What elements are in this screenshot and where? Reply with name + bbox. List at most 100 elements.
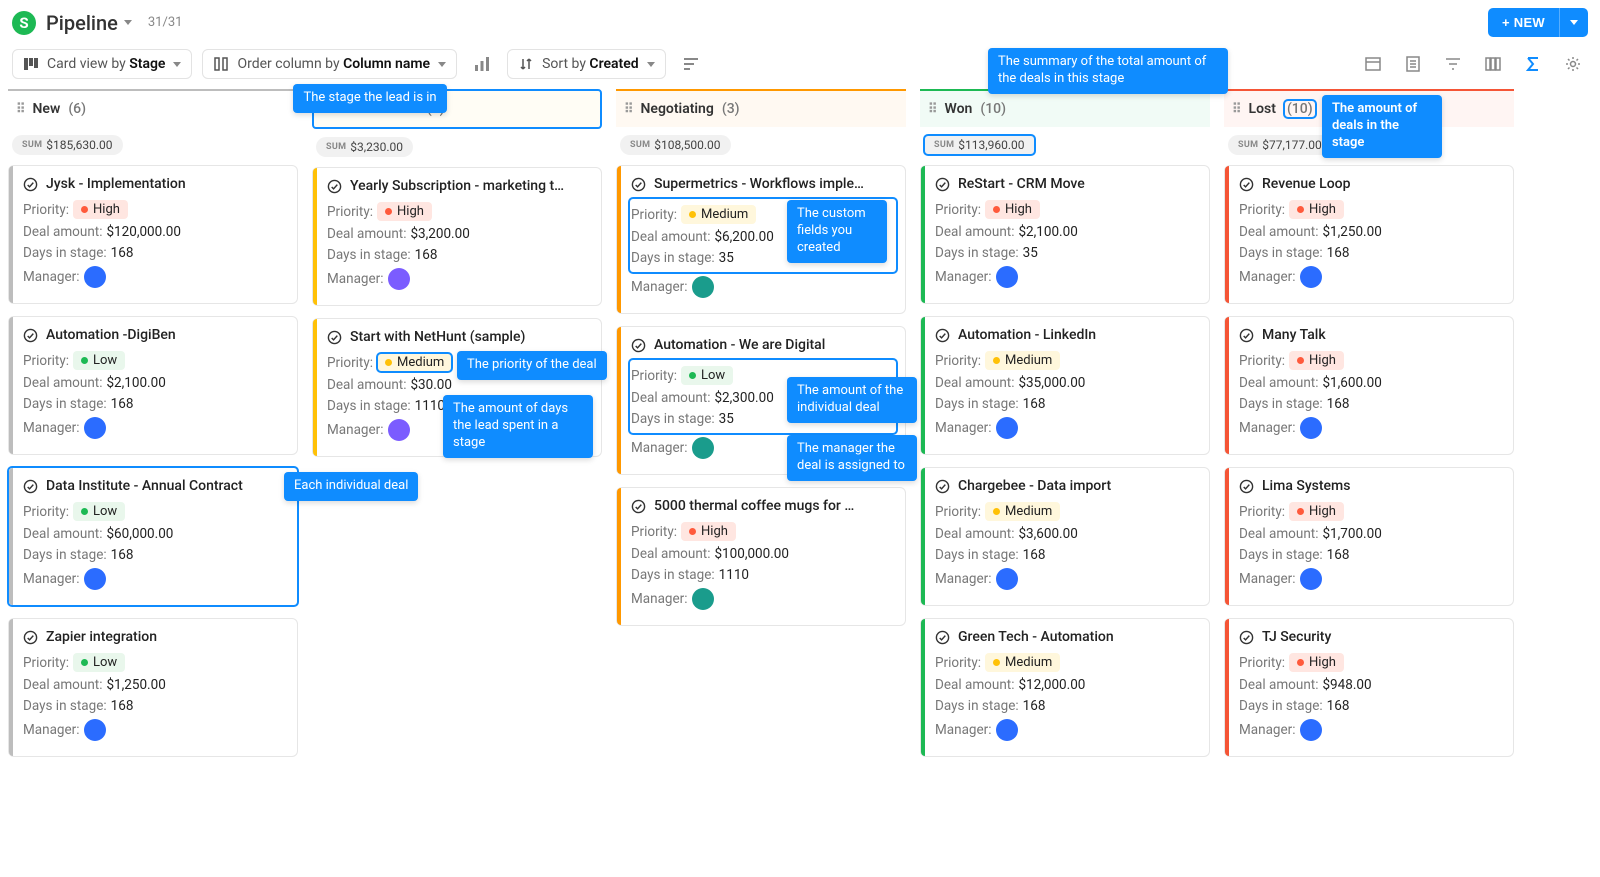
drag-handle-icon[interactable]: ⠿: [1232, 102, 1241, 117]
column-count: (10): [1284, 100, 1316, 118]
deal-card[interactable]: ReStart - CRM MovePriority: HighDeal amo…: [920, 165, 1210, 304]
sort-options-icon[interactable]: [676, 49, 706, 79]
avatar: [1300, 266, 1322, 288]
avatar: [1300, 417, 1322, 439]
deal-card[interactable]: Green Tech - AutomationPriority: MediumD…: [920, 618, 1210, 757]
callout-custom-fields: The custom fields you created: [787, 200, 887, 263]
card-title: Automation -DigiBen: [23, 327, 287, 343]
priority-field: Priority: High: [631, 522, 895, 541]
avatar: [692, 276, 714, 298]
column-sum: SUM$3,230.00: [316, 137, 413, 157]
avatar: [996, 417, 1018, 439]
check-circle-icon: [935, 479, 950, 494]
column-header[interactable]: ⠿Won (10): [920, 89, 1210, 127]
avatar: [388, 268, 410, 290]
amount-field: Deal amount: $1,250.00: [1239, 224, 1503, 240]
days-field: Days in stage: 168: [1239, 547, 1503, 563]
callout-each-deal: Each individual deal: [284, 472, 418, 501]
chevron-down-icon: [173, 62, 181, 67]
callout-priority: The priority of the deal: [457, 351, 607, 380]
deal-card[interactable]: Automation -DigiBenPriority: LowDeal amo…: [8, 316, 298, 455]
page-title[interactable]: Pipeline: [46, 11, 132, 35]
page-title-text: Pipeline: [46, 11, 118, 35]
card-list: Jysk - ImplementationPriority: HighDeal …: [8, 165, 298, 757]
deal-card[interactable]: Supermetrics - Workflows imple…Priority:…: [616, 165, 906, 314]
amount-field: Deal amount: $12,000.00: [935, 677, 1199, 693]
check-circle-icon: [23, 479, 38, 494]
column-header[interactable]: ⠿Negotiating (3): [616, 89, 906, 127]
sort-selector[interactable]: Sort by Created: [507, 49, 666, 79]
order-column-selector[interactable]: Order column by Column name The stage th…: [202, 49, 457, 79]
sigma-icon[interactable]: [1518, 49, 1548, 79]
drag-handle-icon[interactable]: ⠿: [16, 102, 25, 117]
chevron-down-icon: [647, 62, 655, 67]
deal-card[interactable]: Chargebee - Data importPriority: MediumD…: [920, 467, 1210, 606]
avatar: [692, 437, 714, 459]
list-icon[interactable]: [1398, 49, 1428, 79]
manager-field: Manager:: [935, 266, 1199, 288]
new-button-dropdown[interactable]: [1559, 8, 1588, 37]
card-view-selector[interactable]: Card view by Stage: [12, 49, 192, 79]
deal-card[interactable]: Many TalkPriority: HighDeal amount: $1,6…: [1224, 316, 1514, 455]
amount-field: Deal amount: $3,600.00: [935, 526, 1199, 542]
deal-card[interactable]: 5000 thermal coffee mugs for …Priority: …: [616, 487, 906, 626]
manager-field: Manager:: [23, 568, 287, 590]
priority-field: Priority: High: [1239, 653, 1503, 672]
manager-field: Manager:: [1239, 568, 1503, 590]
amount-field: Deal amount: $100,000.00: [631, 546, 895, 562]
card-title: Zapier integration: [23, 629, 287, 645]
priority-field: Priority: High: [1239, 502, 1503, 521]
manager-field: Manager:: [631, 588, 895, 610]
deal-card[interactable]: TJ SecurityPriority: HighDeal amount: $9…: [1224, 618, 1514, 757]
deal-card[interactable]: Lima SystemsPriority: HighDeal amount: $…: [1224, 467, 1514, 606]
column-header[interactable]: ⠿Lost (10)The amount of deals in the sta…: [1224, 89, 1514, 127]
check-circle-icon: [1239, 177, 1254, 192]
deal-card[interactable]: Data Institute - Annual ContractPriority…: [8, 467, 298, 606]
check-circle-icon: [1239, 328, 1254, 343]
drag-handle-icon[interactable]: ⠿: [928, 102, 937, 117]
deal-card[interactable]: Yearly Subscription - marketing t…Priori…: [312, 167, 602, 306]
deal-card[interactable]: Automation - LinkedInPriority: MediumDea…: [920, 316, 1210, 455]
sort-icon: [518, 56, 534, 72]
check-circle-icon: [935, 630, 950, 645]
filter-icon[interactable]: [1438, 49, 1468, 79]
amount-field: Deal amount: $2,100.00: [23, 375, 287, 391]
deal-card[interactable]: Jysk - ImplementationPriority: HighDeal …: [8, 165, 298, 304]
days-field: Days in stage: 168: [23, 245, 287, 261]
priority-field: Priority: High: [935, 200, 1199, 219]
kanban-icon: [23, 56, 39, 72]
avatar: [84, 266, 106, 288]
deal-card[interactable]: Automation - We are DigitalPriority: Low…: [616, 326, 906, 475]
column-presentation: ⠿Presentation (2)SUM$3,230.00Yearly Subs…: [312, 89, 602, 457]
gear-icon[interactable]: [1558, 49, 1588, 79]
column-new: ⠿New (6)SUM$185,630.00Jysk - Implementat…: [8, 89, 298, 757]
amount-field: Deal amount: $1,250.00: [23, 677, 287, 693]
deal-card[interactable]: Zapier integrationPriority: LowDeal amou…: [8, 618, 298, 757]
column-settings-icon[interactable]: [1478, 49, 1508, 79]
priority-field: Priority: MediumThe priority of the deal: [327, 353, 591, 372]
check-circle-icon: [935, 177, 950, 192]
callout-stage: The stage the lead is in: [293, 84, 446, 113]
card-title: Data Institute - Annual Contract: [23, 478, 287, 494]
app-header: S Pipeline 31/31 + NEW: [0, 0, 1600, 45]
deal-card[interactable]: Start with NetHunt (sample)Priority: Med…: [312, 318, 602, 457]
avatar: [1300, 568, 1322, 590]
drag-handle-icon[interactable]: ⠿: [624, 102, 633, 117]
amount-field: Deal amount: $35,000.00: [935, 375, 1199, 391]
days-field: Days in stage: 168: [23, 396, 287, 412]
column-header[interactable]: ⠿New (6): [8, 89, 298, 127]
manager-field: Manager:: [631, 276, 895, 298]
toolbar: Card view by Stage Order column by Colum…: [0, 45, 1600, 89]
check-circle-icon: [935, 328, 950, 343]
chart-icon[interactable]: [467, 49, 497, 79]
avatar: [388, 419, 410, 441]
days-field: Days in stage: 168: [23, 698, 287, 714]
card-layout-icon[interactable]: [1358, 49, 1388, 79]
avatar: [84, 568, 106, 590]
deal-card[interactable]: Revenue LoopPriority: HighDeal amount: $…: [1224, 165, 1514, 304]
column-sum: SUM$77,177.00: [1228, 135, 1332, 155]
column-sum: SUM$108,500.00: [620, 135, 731, 155]
new-button[interactable]: + NEW: [1488, 8, 1559, 37]
callout-deal-count: The amount of deals in the stage: [1322, 95, 1442, 158]
check-circle-icon: [23, 177, 38, 192]
